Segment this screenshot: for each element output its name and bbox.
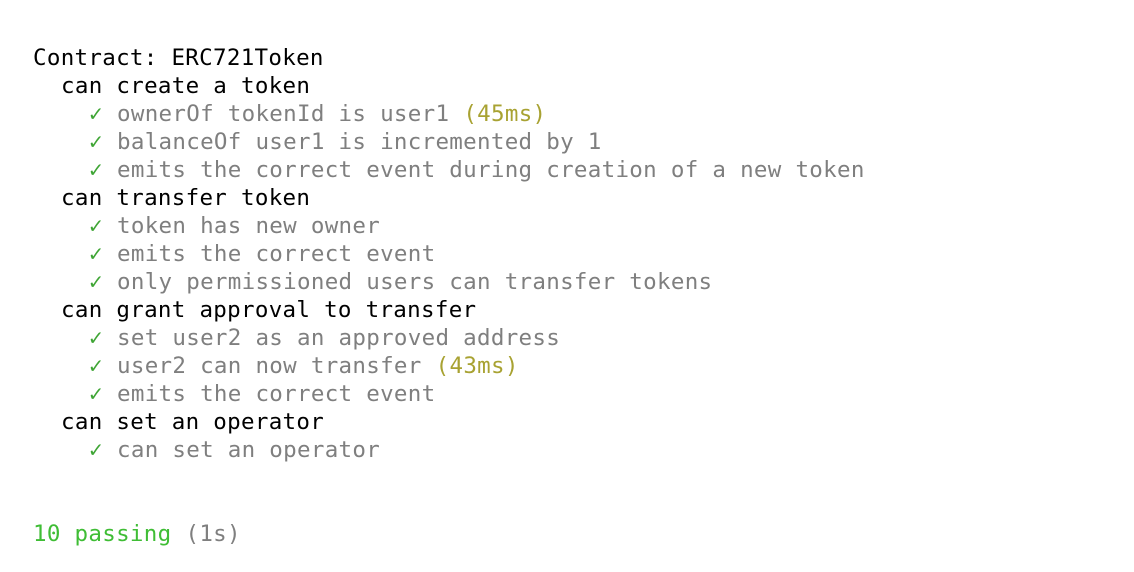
test-name: emits the correct event — [117, 381, 436, 407]
suite-title: can set an operator — [61, 409, 325, 435]
test-row: ✓ token has new owner — [33, 212, 1113, 240]
test-name: only permissioned users can transfer tok… — [117, 269, 713, 295]
test-name: token has new owner — [117, 213, 381, 239]
test-row: ✓ can set an operator — [33, 436, 1113, 464]
test-row: ✓ emits the correct event — [33, 240, 1113, 268]
test-name: balanceOf user1 is incremented by 1 — [117, 129, 602, 155]
test-row: ✓ user2 can now transfer (43ms) — [33, 352, 1113, 380]
check-icon: ✓ — [89, 157, 103, 183]
test-name: set user2 as an approved address — [117, 325, 561, 351]
check-icon: ✓ — [89, 437, 103, 463]
blank-gap — [33, 464, 1113, 520]
test-name: ownerOf tokenId is user1 — [117, 101, 450, 127]
summary-line: 10 passing (1s) — [33, 520, 1113, 548]
test-name: user2 can now transfer — [117, 353, 422, 379]
contract-heading: Contract: ERC721Token — [33, 45, 324, 71]
check-icon: ✓ — [89, 241, 103, 267]
test-row: ✓ balanceOf user1 is incremented by 1 — [33, 128, 1113, 156]
check-icon: ✓ — [89, 213, 103, 239]
check-icon: ✓ — [89, 325, 103, 351]
check-icon: ✓ — [89, 101, 103, 127]
total-time: (1s) — [185, 521, 241, 547]
passing-count: 10 passing — [33, 521, 172, 547]
check-icon: ✓ — [89, 381, 103, 407]
check-icon: ✓ — [89, 269, 103, 295]
check-icon: ✓ — [89, 353, 103, 379]
test-row: ✓ set user2 as an approved address — [33, 324, 1113, 352]
terminal-output: Contract: ERC721Token can create a token… — [33, 44, 1113, 548]
test-duration: (43ms) — [435, 353, 519, 379]
suite-title: can create a token — [61, 73, 311, 99]
check-icon: ✓ — [89, 129, 103, 155]
test-row: ✓ emits the correct event during creation… — [33, 156, 1113, 184]
test-duration: (45ms) — [463, 101, 547, 127]
test-row: ✓ only permissioned users can transfer to… — [33, 268, 1113, 296]
test-row: ✓ ownerOf tokenId is user1 (45ms) — [33, 100, 1113, 128]
test-row: ✓ emits the correct event — [33, 380, 1113, 408]
test-name: emits the correct event during creation … — [117, 157, 865, 183]
test-name: emits the correct event — [117, 241, 436, 267]
suite-title: can transfer token — [61, 185, 311, 211]
test-name: can set an operator — [117, 437, 381, 463]
suite-title: can grant approval to transfer — [61, 297, 477, 323]
